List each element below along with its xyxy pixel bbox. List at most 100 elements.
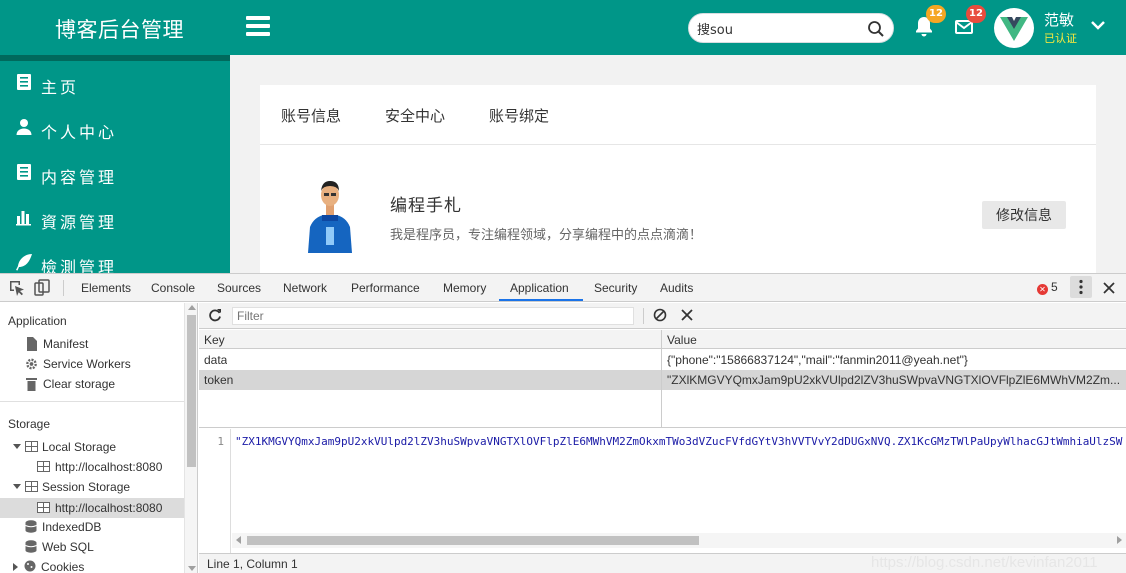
clear-all-icon[interactable] [653,308,667,322]
gear-icon [26,358,37,370]
user-icon [16,119,32,135]
table-header: Key Value [199,330,1126,349]
sidebar-item-cookies[interactable]: Cookies [13,560,84,573]
document-icon [17,164,31,180]
sidebar-scrollbar[interactable] [184,303,197,573]
cursor-position: Line 1, Column 1 [207,557,298,571]
horizontal-scrollbar[interactable] [232,533,1126,548]
tab-account-binding[interactable]: 账号绑定 [489,105,549,126]
scroll-right-icon[interactable] [1117,536,1122,544]
account-tabs: 账号信息 安全中心 账号绑定 [260,85,1096,145]
table-row-selected[interactable]: token "ZXlKMGVYQmxJam9pU2xkVUlpd2lZV3huS… [199,370,1126,390]
filter-toolbar [199,303,1126,329]
storage-table: Key Value data {"phone":"15866837124","m… [199,330,1126,428]
sidebar-item-content[interactable]: 内容管理 [0,151,230,196]
filter-input[interactable] [232,307,634,325]
table-row[interactable]: data {"phone":"15866837124","mail":"fanm… [199,350,1126,370]
line-number: 1 [217,435,224,448]
watermark: https://blog.csdn.net/kevinfan2011 [871,554,1098,571]
mail-badge: 12 [966,5,986,23]
database-icon [25,540,37,553]
database-icon [25,520,37,533]
tab-memory[interactable]: Memory [443,281,486,295]
local-storage-origin[interactable]: http://localhost:8080 [37,460,162,474]
tab-audits[interactable]: Audits [660,281,693,295]
active-tab-indicator [499,299,583,301]
sidebar-item-resources[interactable]: 資源管理 [0,196,230,241]
row-key: data [204,353,228,367]
value-preview-editor[interactable]: 1 "ZX1KMGVYQmxJam9pU2xkVUlpd2lZV3huSWpva… [199,429,1126,554]
line-gutter: 1 [199,429,231,553]
toolbar-divider [643,308,644,324]
column-divider[interactable] [661,330,662,427]
devtools-panel: Elements Console Sources Network Perform… [0,273,1126,573]
user-name[interactable]: 范敏 [1044,9,1074,30]
sidebar-item-monitor[interactable]: 檢測管理 [0,241,230,273]
sidebar-item-manifest[interactable]: Manifest [27,337,88,351]
sidebar-item-clear-storage[interactable]: Clear storage [26,377,115,391]
menu-toggle-icon[interactable] [246,16,270,38]
row-key: token [204,373,234,387]
tab-application[interactable]: Application [510,281,569,295]
document-icon [17,74,31,90]
scroll-down-icon[interactable] [188,566,196,571]
column-header-key[interactable]: Key [204,333,225,347]
toolbar-divider [63,280,64,296]
account-card: 账号信息 安全中心 账号绑定 编程手札 我是程序员，专注编程领域，分享编程中的点… [260,85,1096,273]
search-input[interactable] [697,19,857,37]
scrollbar-thumb[interactable] [247,536,699,545]
column-header-value[interactable]: Value [667,333,697,347]
devtools-tabbar: Elements Console Sources Network Perform… [0,274,1126,302]
grid-icon [37,502,50,513]
scrollbar-thumb[interactable] [187,315,196,467]
grid-icon [25,441,38,452]
sidebar: 主页 个人中心 内容管理 資源管理 檢測管理 [0,55,230,273]
sidebar-item-label: 主页 [41,78,80,97]
tab-console[interactable]: Console [151,281,195,295]
sidebar-item-local-storage[interactable]: Local Storage [13,440,116,454]
sidebar-item-indexeddb[interactable]: IndexedDB [25,520,101,534]
sidebar-item-service-workers[interactable]: Service Workers [26,357,131,371]
row-value: {"phone":"15866837124","mail":"fanmin201… [667,353,968,367]
user-avatar[interactable] [994,8,1034,48]
search-icon[interactable] [867,20,885,38]
code-line[interactable]: "ZX1KMGVYQmxJam9pU2xkVUlpd2lZV3huSWpvaVN… [235,435,1123,448]
tab-security-center[interactable]: 安全中心 [385,105,445,126]
collapse-arrow-icon [13,563,18,571]
sidebar-item-home[interactable]: 主页 [0,61,230,106]
profile-bio: 我是程序员，专注编程领域，分享编程中的点点滴滴！ [390,228,703,243]
sidebar-item-label: 内容管理 [41,168,118,187]
tab-account-info[interactable]: 账号信息 [281,105,341,126]
tab-elements[interactable]: Elements [81,281,131,295]
device-toolbar-icon[interactable] [34,279,50,296]
storage-viewer: Key Value data {"phone":"15866837124","m… [199,303,1126,573]
refresh-icon[interactable] [208,308,222,322]
scroll-up-icon[interactable] [188,305,196,310]
sidebar-item-profile[interactable]: 个人中心 [0,106,230,151]
tab-performance[interactable]: Performance [351,281,420,295]
error-counter[interactable]: ✕ 5 [1037,280,1058,295]
application-heading: Application [8,314,67,328]
tab-sources[interactable]: Sources [217,281,261,295]
app-logo[interactable]: 博客后台管理 [55,14,184,44]
status-bar: Line 1, Column 1 https://blog.csdn.net/k… [199,554,1126,573]
session-storage-origin-selected[interactable]: http://localhost:8080 [0,498,184,518]
sidebar-item-websql[interactable]: Web SQL [25,540,94,554]
sidebar-item-label: 个人中心 [41,123,118,142]
search-box [688,13,894,43]
sidebar-item-label: 檢測管理 [41,258,118,273]
row-value: "ZXlKMGVYQmxJam9pU2xkVUlpd2lZV3huSWpvaVN… [667,373,1121,387]
bar-chart-icon [16,211,31,226]
close-icon[interactable] [1102,281,1116,295]
sidebar-item-session-storage[interactable]: Session Storage [13,480,130,494]
grid-icon [37,461,50,472]
more-options-icon[interactable] [1070,276,1092,298]
inspect-element-icon[interactable] [9,280,25,296]
tab-security[interactable]: Security [594,281,637,295]
scroll-left-icon[interactable] [236,536,241,544]
tab-network[interactable]: Network [283,281,327,295]
edit-profile-button[interactable]: 修改信息 [982,201,1066,229]
delete-icon[interactable] [681,309,693,321]
profile-photo [302,177,358,253]
chevron-down-icon[interactable] [1090,19,1106,31]
